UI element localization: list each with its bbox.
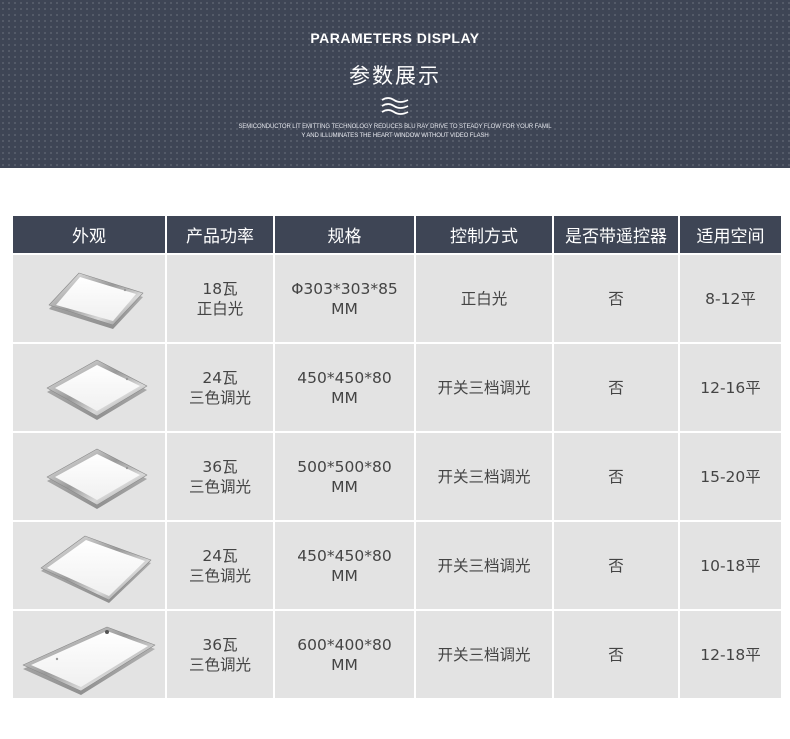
space-cell: 8-12平: [678, 253, 783, 344]
rectangular-ceiling-lamp-image: [22, 626, 156, 695]
spec-unit: MM: [331, 299, 358, 318]
parameters-table: 外观 产品功率 规格 控制方式 是否带遥控器 适用空间 18瓦 正白光 Φ303…: [11, 214, 783, 700]
spec-cell: 450*450*80 MM: [273, 520, 416, 611]
appearance-cell: [11, 609, 167, 700]
control-cell: 开关三档调光: [414, 342, 554, 433]
control-cell: 开关三档调光: [414, 520, 554, 611]
spec-size: 500*500*80: [297, 457, 392, 476]
power-cell: 24瓦 三色调光: [165, 520, 275, 611]
spec-unit: MM: [331, 388, 358, 407]
spec-size: Φ303*303*85: [291, 279, 398, 298]
table-row: 36瓦 三色调光 500*500*80 MM 开关三档调光 否 15-20平: [11, 431, 783, 522]
power-watt: 24瓦: [202, 368, 238, 387]
header-spec: 规格: [273, 214, 416, 255]
square-ceiling-lamp-image: [40, 535, 152, 603]
power-cell: 18瓦 正白光: [165, 253, 275, 344]
power-light: 三色调光: [188, 566, 251, 585]
table-header-row: 外观 产品功率 规格 控制方式 是否带遥控器 适用空间: [11, 214, 783, 255]
control-cell: 开关三档调光: [414, 431, 554, 522]
square-ceiling-lamp-image: [46, 359, 148, 420]
table-row: 24瓦 三色调光 450*450*80 MM 开关三档调光 否 10-18平: [11, 520, 783, 611]
power-cell: 36瓦 三色调光: [165, 609, 275, 700]
square-ceiling-lamp-image: [46, 448, 148, 509]
spec-size: 450*450*80: [297, 368, 392, 387]
table-row: 36瓦 三色调光 600*400*80 MM 开关三档调光 否 12-18平: [11, 609, 783, 700]
remote-cell: 否: [552, 342, 680, 433]
space-cell: 12-18平: [678, 609, 783, 700]
table-row: 18瓦 正白光 Φ303*303*85 MM 正白光 否 8-12平: [11, 253, 783, 344]
appearance-cell: [11, 431, 167, 522]
control-cell: 开关三档调光: [414, 609, 554, 700]
table-row: 24瓦 三色调光 450*450*80 MM 开关三档调光 否 12-16平: [11, 342, 783, 433]
wave-icon: [381, 97, 409, 115]
banner-title-en: PARAMETERS DISPLAY: [310, 30, 480, 46]
parameters-banner: PARAMETERS DISPLAY 参数展示 SEMICONDUCTOR LI…: [0, 0, 790, 168]
appearance-cell: [11, 253, 167, 344]
appearance-cell: [11, 520, 167, 611]
remote-cell: 否: [552, 253, 680, 344]
header-power: 产品功率: [165, 214, 275, 255]
header-remote: 是否带遥控器: [552, 214, 680, 255]
header-space: 适用空间: [678, 214, 783, 255]
remote-cell: 否: [552, 431, 680, 522]
banner-subtitle-line-2: Y AND ILLUMINATES THE HEART WINDOW WITHO…: [301, 133, 489, 139]
power-cell: 24瓦 三色调光: [165, 342, 275, 433]
remote-cell: 否: [552, 520, 680, 611]
spec-unit: MM: [331, 477, 358, 496]
banner-title-cn: 参数展示: [349, 64, 441, 88]
spec-cell: 450*450*80 MM: [273, 342, 416, 433]
remote-cell: 否: [552, 609, 680, 700]
space-cell: 15-20平: [678, 431, 783, 522]
spec-unit: MM: [331, 566, 358, 585]
power-watt: 36瓦: [202, 457, 238, 476]
spec-size: 600*400*80: [297, 635, 392, 654]
space-cell: 12-16平: [678, 342, 783, 433]
power-cell: 36瓦 三色调光: [165, 431, 275, 522]
banner-subtitle-line-1: SEMICONDUCTOR LIT EMITTING TECHNOLOGY RE…: [238, 124, 552, 130]
spec-cell: 600*400*80 MM: [273, 609, 416, 700]
header-appearance: 外观: [11, 214, 167, 255]
appearance-cell: [11, 342, 167, 433]
power-light: 三色调光: [188, 655, 251, 674]
spec-cell: 500*500*80 MM: [273, 431, 416, 522]
spec-size: 450*450*80: [297, 546, 392, 565]
power-watt: 24瓦: [202, 546, 238, 565]
power-light: 三色调光: [188, 477, 251, 496]
power-watt: 36瓦: [202, 635, 238, 654]
power-light: 正白光: [196, 299, 244, 318]
control-cell: 正白光: [414, 253, 554, 344]
space-cell: 10-18平: [678, 520, 783, 611]
spec-unit: MM: [331, 655, 358, 674]
square-ceiling-lamp-image: [48, 272, 144, 329]
spec-cell: Φ303*303*85 MM: [273, 253, 416, 344]
header-control: 控制方式: [414, 214, 554, 255]
power-light: 三色调光: [188, 388, 251, 407]
power-watt: 18瓦: [202, 279, 238, 298]
